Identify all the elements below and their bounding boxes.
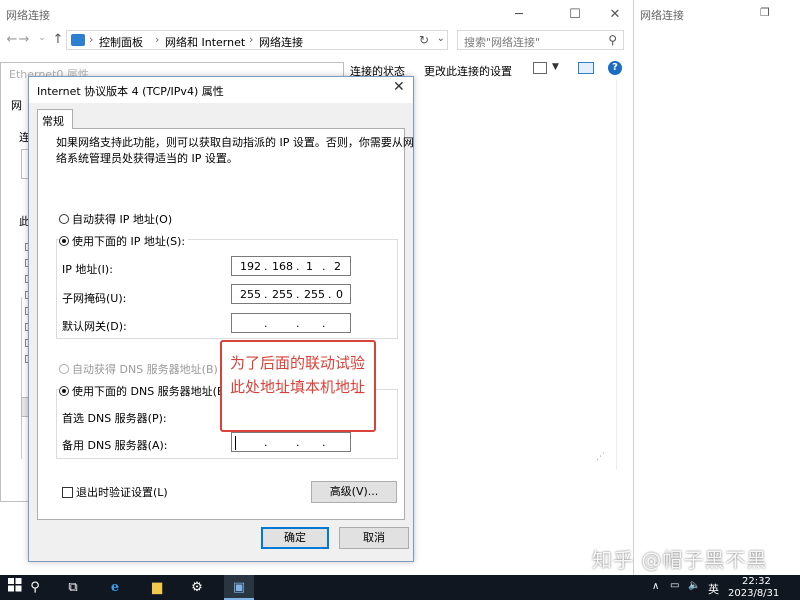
view-dropdown-icon[interactable]: ▼: [552, 62, 559, 72]
recent-dropdown-icon[interactable]: ⌄: [34, 33, 50, 43]
watermark: 知乎 @帽子黑不黑: [592, 548, 768, 572]
manual-dns-label: 使用下面的 DNS 服务器地址(E):: [72, 385, 232, 398]
auto-ip-label: 自动获得 IP 地址(O): [72, 213, 173, 226]
search-icon[interactable]: ⚲: [608, 33, 617, 47]
breadcrumb-network-internet[interactable]: 网络和 Internet: [165, 34, 245, 50]
radio-selected-icon: [59, 236, 69, 246]
up-arrow-icon[interactable]: ↑: [50, 32, 66, 47]
explorer-titlebar: 网络连接 ─ ☐ ✕: [0, 0, 634, 28]
auto-ip-radio[interactable]: 自动获得 IP 地址(O): [59, 211, 172, 227]
explorer-scrollbar[interactable]: [616, 80, 633, 470]
preferred-dns-label: 首选 DNS 服务器(P):: [62, 412, 167, 425]
ip-address-input[interactable]: 192 . 168 . 1 . 2: [231, 256, 351, 276]
close-icon[interactable]: ✕: [592, 0, 638, 28]
breadcrumb-chevron-icon[interactable]: ›: [89, 33, 93, 46]
dialog-title: Internet 协议版本 4 (TCP/IPv4) 属性: [37, 85, 224, 98]
breadcrumb-chevron-icon[interactable]: ›: [249, 33, 253, 46]
tab-general[interactable]: 常规: [37, 109, 73, 129]
search-box[interactable]: 搜索"网络连接" ⚲: [457, 30, 624, 50]
clock-time[interactable]: 22:32: [742, 576, 771, 587]
clock-date[interactable]: 2023/8/31: [728, 588, 779, 599]
start-icon[interactable]: [4, 578, 26, 597]
control-panel-icon: [71, 34, 85, 46]
minimize-icon[interactable]: ─: [496, 0, 542, 28]
breadcrumb-chevron-icon[interactable]: ›: [155, 33, 159, 46]
address-bar[interactable]: › 控制面板 › 网络和 Internet › 网络连接 ↻ ⌄: [66, 30, 448, 50]
dialog-description: 如果网络支持此功能，则可以获取自动指派的 IP 设置。否则，你需要从网 络系统管…: [56, 135, 414, 167]
ethernet-tab-network[interactable]: 网: [11, 97, 22, 113]
advanced-button[interactable]: 高级(V)...: [311, 481, 397, 503]
default-gateway-input[interactable]: . . .: [231, 313, 351, 333]
file-explorer-icon[interactable]: ▆: [146, 578, 168, 597]
task-view-icon[interactable]: ⧉: [62, 578, 84, 597]
tray-chevron-icon[interactable]: ∧: [652, 581, 659, 592]
dialog-titlebar: Internet 协议版本 4 (TCP/IPv4) 属性 ✕: [29, 77, 413, 103]
network-connections-icon[interactable]: ▣: [228, 578, 250, 597]
search-placeholder: 搜索"网络连接": [464, 36, 541, 49]
dialog-close-icon[interactable]: ✕: [393, 79, 405, 95]
breadcrumb-control-panel[interactable]: 控制面板: [99, 34, 143, 50]
auto-dns-label: 自动获得 DNS 服务器地址(B): [72, 363, 218, 376]
forward-arrow-icon[interactable]: →: [16, 32, 32, 47]
alternate-dns-input[interactable]: . . .: [231, 432, 351, 452]
toolbar-change-settings[interactable]: 更改此连接的设置: [424, 63, 512, 79]
subnet-mask-label: 子网掩码(U):: [62, 292, 127, 305]
alternate-dns-label: 备用 DNS 服务器(A):: [62, 439, 168, 452]
annotation-line-1: 为了后面的联动试验: [230, 354, 366, 372]
validate-on-exit-checkbox[interactable]: 退出时验证设置(L): [62, 484, 168, 500]
ime-indicator[interactable]: 英: [708, 581, 719, 597]
preview-pane-icon[interactable]: [578, 62, 594, 74]
ipv4-properties-dialog: Internet 协议版本 4 (TCP/IPv4) 属性 ✕ 常规 如果网络支…: [28, 76, 414, 562]
second-window-title: 网络连接: [640, 9, 684, 22]
refresh-icon[interactable]: ↻: [419, 33, 429, 47]
subnet-mask-input[interactable]: 255 . 255 . 255 . 0: [231, 284, 351, 304]
radio-disabled-icon: [59, 364, 69, 374]
general-panel: 如果网络支持此功能，则可以获取自动指派的 IP 设置。否则，你需要从网 络系统管…: [37, 128, 414, 520]
radio-unselected-icon: [59, 214, 69, 224]
resize-grip-icon[interactable]: ⋰: [596, 452, 605, 462]
breadcrumb-network-connections[interactable]: 网络连接: [259, 34, 303, 50]
search-icon[interactable]: ⚲: [24, 578, 46, 597]
manual-ip-radio[interactable]: 使用下面的 IP 地址(S):: [59, 233, 189, 249]
address-dropdown-icon[interactable]: ⌄: [437, 33, 445, 44]
description-line-2: 络系统管理员处获得适当的 IP 设置。: [56, 152, 238, 165]
auto-dns-radio[interactable]: 自动获得 DNS 服务器地址(B): [59, 361, 218, 377]
help-icon[interactable]: ?: [608, 61, 622, 75]
annotation-line-2: 此处地址填本机地址: [230, 378, 366, 396]
annotation-box: 为了后面的联动试验 此处地址填本机地址: [220, 340, 376, 432]
description-line-1: 如果网络支持此功能，则可以获取自动指派的 IP 设置。否则，你需要从网: [56, 136, 414, 149]
explorer-title: 网络连接: [6, 9, 50, 22]
internet-explorer-icon[interactable]: e: [104, 578, 126, 597]
radio-selected-icon: [59, 386, 69, 396]
ok-button[interactable]: 确定: [261, 527, 329, 549]
ip-address-label: IP 地址(I):: [62, 263, 113, 276]
view-options-icon[interactable]: [533, 62, 547, 74]
cancel-button[interactable]: 取消: [339, 527, 409, 549]
text-cursor: [235, 436, 236, 450]
network-tray-icon[interactable]: ▭: [670, 580, 679, 591]
settings-gear-icon[interactable]: ⚙: [186, 578, 208, 597]
default-gateway-label: 默认网关(D):: [62, 320, 127, 333]
checkbox-unchecked-icon: [62, 486, 73, 498]
restore-icon[interactable]: ❐: [760, 6, 770, 19]
manual-ip-label: 使用下面的 IP 地址(S):: [72, 235, 186, 248]
manual-dns-radio[interactable]: 使用下面的 DNS 服务器地址(E):: [59, 383, 235, 399]
taskbar: ⚲ ⧉ e ▆ ⚙ ▣ ∧ ▭ 🔈 英 22:32 2023/8/31: [0, 575, 800, 600]
volume-icon[interactable]: 🔈: [688, 580, 700, 591]
validate-on-exit-label: 退出时验证设置(L): [76, 486, 168, 499]
